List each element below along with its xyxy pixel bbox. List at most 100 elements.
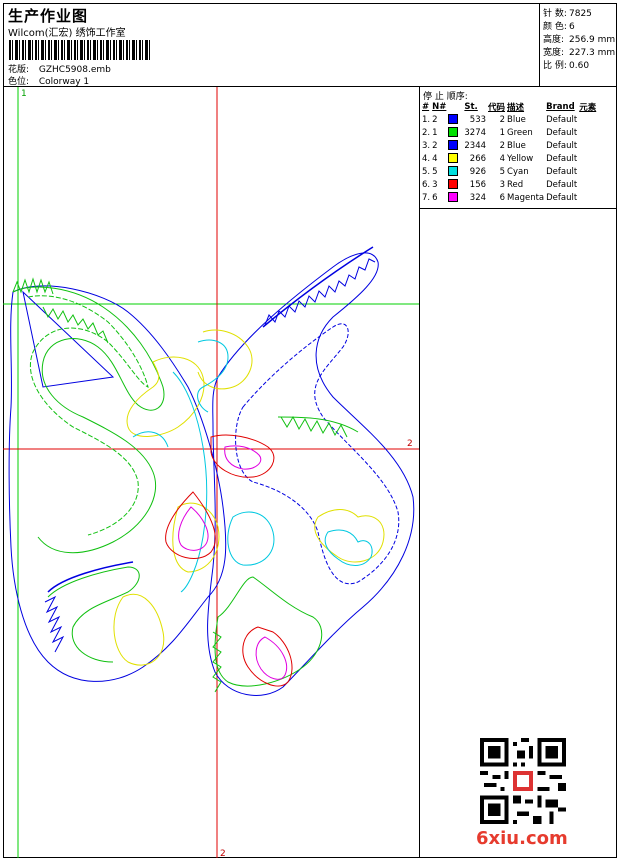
stop-row-index: 5.: [422, 166, 431, 177]
stop-row-code: 6: [499, 192, 506, 203]
stop-sequence-table: # N# St. 代码 描述 Brand 元素 1. 2 533 2 Blue Defau…: [421, 100, 597, 204]
stop-row-description: Yellow: [507, 153, 534, 164]
stop-row-brand: Default: [546, 140, 578, 151]
stop-row: 2. 1 3274 1 Green Default: [421, 126, 597, 139]
stop-row-brand: Default: [546, 192, 578, 203]
yellow-center-lower: [172, 502, 220, 573]
stat-width-label: 宽度:: [543, 48, 565, 58]
magenta-drop-center: [178, 506, 209, 551]
stop-row-needle: 5: [432, 166, 438, 177]
col-brand: Brand: [546, 101, 575, 112]
stat-width-value: 227.3 mm: [569, 48, 616, 58]
stop-row-swatch: [447, 113, 463, 126]
stat-scale: 比 例: 0.60: [543, 58, 589, 71]
sheet-title: 生产作业图: [8, 7, 89, 25]
stop-table-header: # N# St. 代码 描述 Brand 元素: [421, 100, 597, 113]
stat-colors-label: 颜 色:: [543, 22, 567, 32]
stop-row-stitches: 926: [469, 166, 487, 177]
stop-row: 1. 2 533 2 Blue Default: [421, 113, 597, 126]
stop-row-element: [578, 178, 597, 191]
stop-row-brand: Default: [546, 166, 578, 177]
stop-row-stitches: 156: [469, 179, 487, 190]
stop-row-swatch: [447, 139, 463, 152]
blue-outline-right-inner: [235, 323, 400, 585]
green-bottom-left: [47, 566, 140, 663]
stop-row-stitches: 324: [469, 192, 487, 203]
stop-row-element: [578, 191, 597, 204]
studio-name: Wilcom(汇宏) 绣饰工作室: [8, 28, 126, 39]
barcode: [9, 40, 152, 60]
marker-bottom: 2: [220, 849, 226, 858]
stop-row: 4. 4 266 4 Yellow Default: [421, 152, 597, 165]
stop-row-code: 2: [499, 140, 506, 151]
stop-row-needle: 3: [432, 179, 438, 190]
stop-row-index: 1.: [422, 114, 431, 125]
stop-row: 5. 5 926 5 Cyan Default: [421, 165, 597, 178]
green-swirl-left-inner: [27, 295, 149, 536]
stop-row-index: 7.: [422, 192, 431, 203]
header-block: 生产作业图 Wilcom(汇宏) 绣饰工作室 花版: GZHC5908.emb …: [3, 3, 540, 87]
color-swatch: [448, 127, 459, 138]
stat-height: 高度: 256.9 mm: [543, 32, 615, 45]
stat-stitches-label: 针 数:: [543, 9, 567, 19]
stop-row-element: [578, 126, 597, 139]
colorway-value: Colorway 1: [38, 77, 90, 87]
green-zigzag-right-middle: [280, 415, 348, 438]
green-bottom-center: [214, 576, 323, 687]
stop-row: 7. 6 324 6 Magenta Default: [421, 191, 597, 204]
stop-row-description: Green: [507, 127, 533, 138]
col-needle: N#: [432, 101, 447, 112]
stop-row-swatch: [447, 152, 463, 165]
stat-colors-value: 6: [569, 22, 575, 32]
stop-row-swatch: [447, 191, 463, 204]
yellow-center-top: [197, 329, 253, 390]
stop-row-element: [578, 113, 597, 126]
stop-row-index: 3.: [422, 140, 431, 151]
stop-row-description: Blue: [507, 114, 526, 125]
stop-row-element: [578, 152, 597, 165]
green-swirl-left: [12, 286, 165, 554]
blue-zigzag-top-right: [264, 258, 376, 326]
stop-row-element: [578, 165, 597, 178]
stop-row-code: 4: [499, 153, 506, 164]
stop-row-brand: Default: [546, 153, 578, 164]
stop-row-element: [578, 139, 597, 152]
colorway-label: 色位:: [8, 77, 30, 87]
marker-right: 2: [407, 439, 413, 449]
stat-height-value: 256.9 mm: [569, 35, 616, 45]
stop-row-swatch: [447, 178, 463, 191]
stop-row: 6. 3 156 3 Red Default: [421, 178, 597, 191]
stop-row-brand: Default: [546, 114, 578, 125]
stop-row-swatch: [447, 126, 463, 139]
cyan-lower-center: [227, 511, 275, 566]
stop-row-index: 6.: [422, 179, 431, 190]
stop-row-needle: 6: [432, 192, 438, 203]
col-description: 描述: [507, 102, 525, 113]
colorway-row: 色位: Colorway 1: [8, 74, 89, 87]
stop-row-needle: 2: [432, 140, 438, 151]
stop-row-code: 3: [499, 179, 506, 190]
stop-row-code: 1: [499, 127, 506, 138]
col-stitches: St.: [464, 101, 478, 112]
blue-outline-left-wing: [8, 285, 227, 682]
color-swatch: [448, 140, 459, 151]
green-zigzag-mid-left: [42, 306, 109, 344]
blue-left-triangle: [22, 290, 115, 388]
yellow-bottom-left: [113, 594, 165, 666]
stop-row-description: Magenta: [507, 192, 545, 203]
stop-row-brand: Default: [546, 127, 578, 138]
stat-scale-value: 0.60: [569, 61, 590, 71]
col-code: 代码: [488, 102, 506, 113]
stop-row-code: 2: [499, 114, 506, 125]
blue-zigzag-bottom-left: [44, 595, 65, 653]
blue-outline-right-wing: [207, 252, 415, 696]
stat-stitches-value: 7825: [569, 9, 592, 19]
stop-row-description: Red: [507, 179, 524, 190]
stop-row-code: 5: [499, 166, 506, 177]
color-swatch: [448, 153, 459, 164]
stop-row-description: Cyan: [507, 166, 529, 177]
color-swatch: [448, 192, 459, 203]
cyan-central-stem: [172, 371, 208, 593]
blue-top-right-stitch: [262, 246, 374, 328]
color-swatch: [448, 166, 459, 177]
